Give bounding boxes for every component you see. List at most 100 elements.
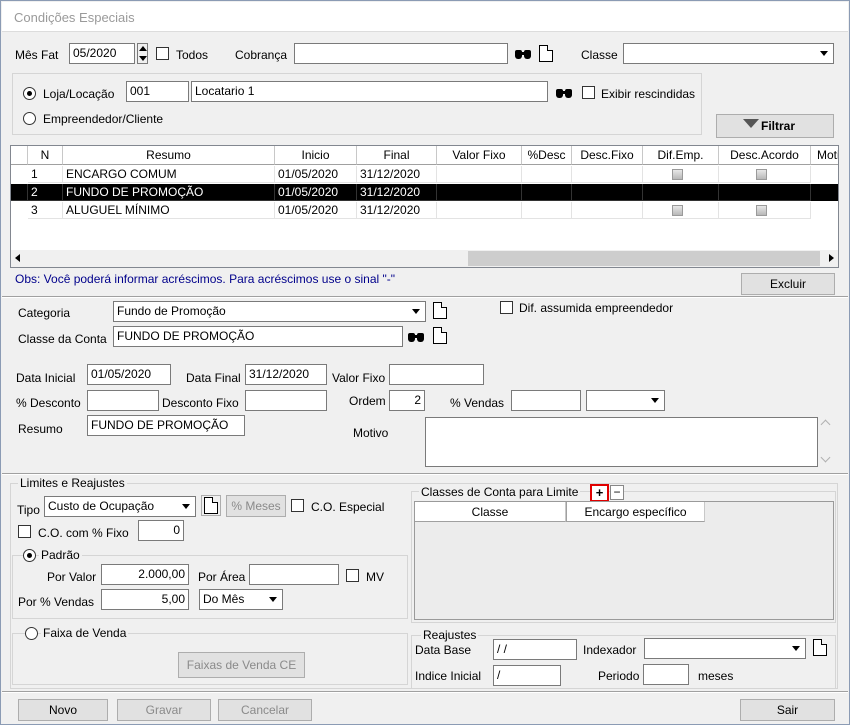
col-header-final[interactable]: Final [357,146,437,165]
desconto-input[interactable] [87,390,159,411]
classes-limite-table[interactable]: Classe Encargo específico [414,501,834,620]
classe-conta-new-doc-icon[interactable] [433,327,447,344]
loja-radio[interactable] [23,87,36,100]
classe-conta-input[interactable]: FUNDO DE PROMOÇÃO [113,326,403,347]
col-header-inicio[interactable]: Inicio [275,146,357,165]
scroll-left-icon[interactable] [15,254,20,262]
vendas-input[interactable] [511,390,581,411]
cancelar-button[interactable]: Cancelar [218,699,312,721]
data-base-input[interactable]: / / [493,639,577,660]
desc-acordo-checkbox[interactable] [756,205,767,216]
add-class-button[interactable]: + [590,484,609,502]
motivo-textarea[interactable] [425,417,818,467]
padrao-radio[interactable] [23,549,36,562]
obs-text: Obs: Você poderá informar acréscimos. Pa… [15,272,396,286]
tipo-select[interactable]: Custo de Ocupação [44,496,196,517]
filtrar-label: Filtrar [761,119,796,133]
vendas-select[interactable] [586,390,665,411]
remove-class-button[interactable]: − [610,485,624,500]
faixas-venda-button[interactable]: Faixas de Venda CE [178,652,305,678]
categoria-select[interactable]: Fundo de Promoção [113,301,426,322]
table-row[interactable]: 1 ENCARGO COMUM 01/05/2020 31/12/2020 [11,166,838,183]
col-header-n[interactable]: N [28,146,63,165]
row-pointer-icon [11,184,28,201]
dif-assumida-checkbox[interactable] [500,301,513,314]
exibir-rescindidas-checkbox[interactable] [582,86,595,99]
cobranca-input[interactable] [294,43,508,64]
col-header-resumo[interactable]: Resumo [63,146,275,165]
classe-conta-search-icon[interactable] [406,326,426,347]
loja-name-input[interactable]: Locatario 1 [191,81,548,102]
table-row[interactable]: 3 ALUGUEL MÍNIMO 01/05/2020 31/12/2020 [11,202,838,219]
categoria-new-doc-icon[interactable] [433,302,447,319]
col-header-encargo[interactable]: Encargo específico [566,502,705,522]
data-final-input[interactable]: 31/12/2020 [245,364,327,385]
loja-label: Loja/Locação [43,87,115,101]
periodo-select-value: Do Mês [203,592,245,606]
indice-inicial-input[interactable]: / [493,665,561,686]
mv-checkbox[interactable] [346,569,359,582]
periodo-input[interactable] [643,664,689,685]
row-desc-acordo [719,202,811,219]
col-header-desc[interactable]: %Desc [522,146,572,165]
chevron-down-icon [788,639,805,658]
valor-fixo-input[interactable] [389,364,484,385]
col-header-dif-emp[interactable]: Dif.Emp. [643,146,719,165]
col-header-classe[interactable]: Classe [415,502,566,522]
faixa-radio[interactable] [25,627,38,640]
scroll-up-icon[interactable] [820,419,831,430]
todos-checkbox[interactable] [156,47,169,60]
grid-horizontal-scrollbar[interactable] [11,250,838,267]
col-header-motivo[interactable]: Motivo [811,146,838,165]
col-header-valor-fixo[interactable]: Valor Fixo [437,146,522,165]
mes-fat-spinner[interactable] [137,43,148,64]
padrao-label: Padrão [39,548,82,562]
co-fixo-input[interactable]: 0 [138,520,184,541]
desc-acordo-checkbox[interactable] [756,169,767,180]
chevron-down-icon [408,302,425,321]
row-resumo: ENCARGO COMUM [63,166,275,183]
periodo-select[interactable]: Do Mês [199,589,283,610]
indexador-new-doc-icon[interactable] [813,639,827,656]
loja-search-icon[interactable] [554,82,574,103]
meses-button[interactable]: % Meses [226,495,286,517]
dif-emp-checkbox[interactable] [672,205,683,216]
col-header-desc-fixo[interactable]: Desc.Fixo [572,146,643,165]
sair-button[interactable]: Sair [740,699,835,721]
col-header-desc-acordo[interactable]: Desc.Acordo [719,146,811,165]
resumo-input[interactable]: FUNDO DE PROMOÇÃO [87,415,245,436]
tipo-doc-button[interactable] [201,495,221,516]
motivo-scrollbar[interactable] [818,417,835,467]
desconto-label: % Desconto [16,396,81,410]
row-dif-emp [643,202,719,219]
novo-button[interactable]: Novo [18,699,108,721]
row-n: 3 [28,202,63,219]
conditions-grid[interactable]: N Resumo Inicio Final Valor Fixo %Desc D… [10,145,839,268]
por-area-label: Por Área [198,570,246,584]
scroll-down-icon[interactable] [820,452,831,463]
co-especial-checkbox[interactable] [291,499,304,512]
por-vendas-input[interactable]: 5,00 [101,589,189,610]
co-fixo-checkbox[interactable] [18,525,31,538]
dif-emp-checkbox[interactable] [672,169,683,180]
desconto-fixo-input[interactable] [245,390,327,411]
por-vendas-label: Por % Vendas [18,595,95,609]
cobranca-new-doc-icon[interactable] [539,45,553,62]
meses-suffix-label: meses [698,669,734,683]
por-valor-input[interactable]: 2.000,00 [101,564,189,585]
indexador-select[interactable] [644,638,806,659]
loja-code-input[interactable]: 001 [126,81,189,102]
ordem-input[interactable]: 2 [389,390,425,411]
empreendedor-radio[interactable] [23,112,36,125]
gravar-button[interactable]: Gravar [117,699,211,721]
classe-select[interactable] [623,43,834,64]
filtrar-button[interactable]: Filtrar [716,114,834,138]
table-row[interactable]: 2 FUNDO DE PROMOÇÃO 01/05/2020 31/12/202… [11,184,838,201]
data-inicial-input[interactable]: 01/05/2020 [87,364,171,385]
scrollbar-thumb[interactable] [468,251,820,266]
scroll-right-icon[interactable] [829,254,834,262]
excluir-button[interactable]: Excluir [741,273,835,295]
mes-fat-input[interactable]: 05/2020 [69,43,135,64]
por-area-input[interactable] [249,564,339,585]
cobranca-search-icon[interactable] [513,43,533,64]
